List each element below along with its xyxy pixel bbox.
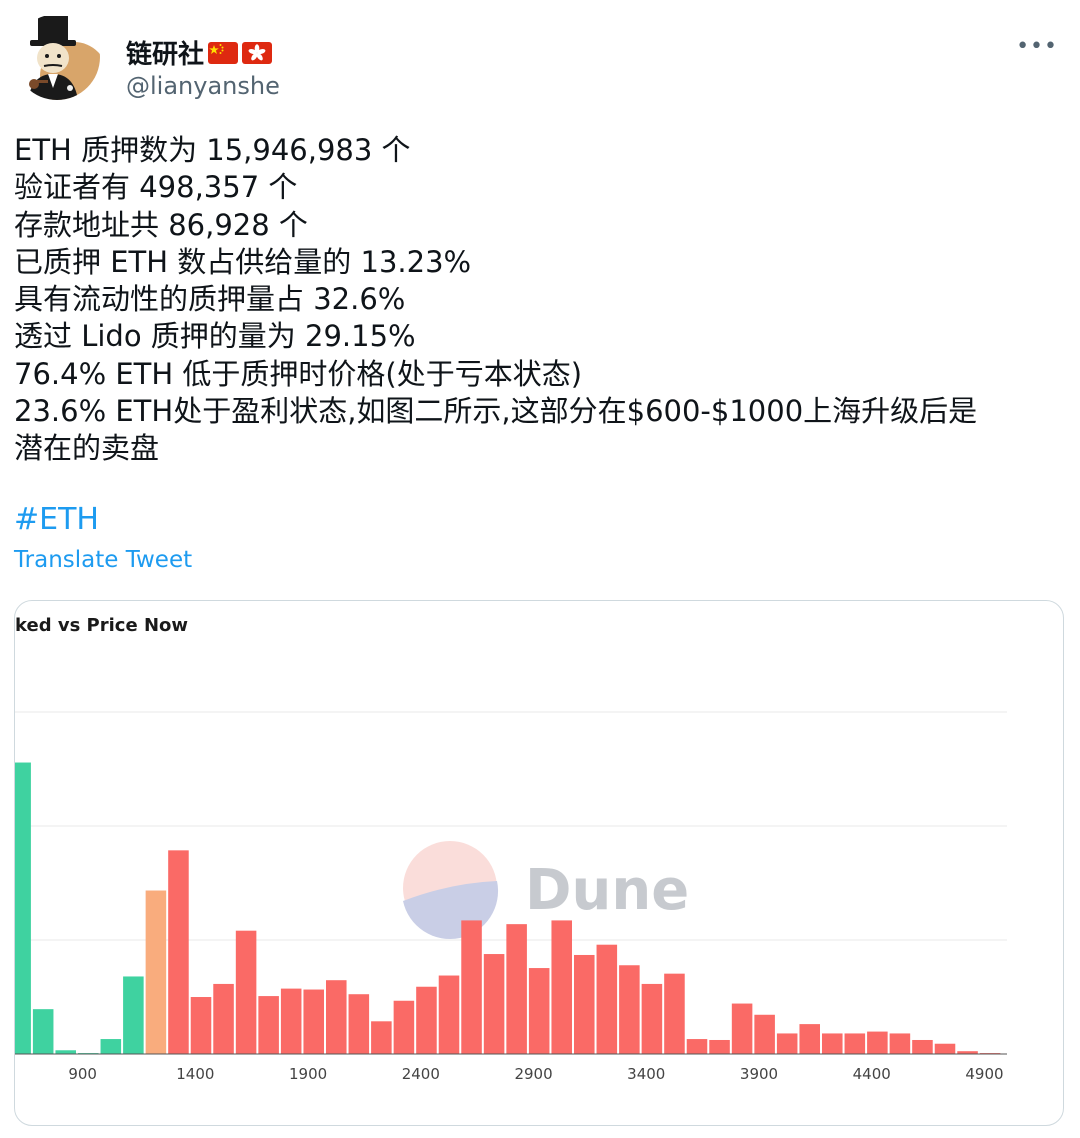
chart-bar — [55, 1050, 76, 1054]
chart-bar — [799, 1024, 820, 1054]
user-handle[interactable]: @lianyanshe — [126, 72, 280, 100]
chart-bar — [303, 989, 324, 1054]
translate-tweet-link[interactable]: Translate Tweet — [14, 547, 192, 573]
chart-bar — [709, 1039, 730, 1054]
chart-bar — [686, 1039, 708, 1054]
chart-bar — [822, 1033, 843, 1054]
x-tick-label: 4400 — [853, 1065, 891, 1083]
chart-bar — [844, 1033, 866, 1054]
chart-bar — [416, 986, 437, 1054]
tweet-line: 潜在的卖盘 — [14, 431, 160, 466]
hashtag-link[interactable]: #ETH — [14, 502, 99, 537]
tweet-line: 具有流动性的质押量占 32.6% — [14, 282, 406, 317]
chart-bar — [326, 980, 347, 1054]
chart-bar — [664, 973, 685, 1054]
chart-bar — [258, 996, 279, 1054]
x-tick-label: 2400 — [402, 1065, 440, 1083]
chart-bar — [168, 850, 189, 1054]
chart-bar — [32, 1009, 54, 1054]
chart-bar — [506, 924, 527, 1054]
chart-bar — [190, 997, 212, 1054]
tweet-line: 透过 Lido 质押的量为 29.15% — [14, 319, 416, 354]
chart-bar — [371, 1021, 392, 1054]
chart-bar — [145, 890, 167, 1054]
avatar[interactable] — [14, 14, 100, 100]
display-name[interactable]: 链研社 — [126, 34, 204, 71]
tweet-line: ETH 质押数为 15,946,983 个 — [14, 133, 411, 167]
chart-bar — [100, 1039, 122, 1054]
name-row: 链研社 — [126, 34, 273, 71]
x-tick-label: 3900 — [740, 1065, 778, 1083]
chart-bar — [731, 1003, 753, 1054]
chart-bar — [528, 968, 550, 1054]
chart-bar — [393, 1000, 415, 1054]
x-tick-label: 1900 — [289, 1065, 327, 1083]
chart-bar — [461, 920, 482, 1054]
chart-bar — [123, 976, 144, 1054]
chart-bar — [867, 1031, 888, 1054]
chart-bar — [15, 762, 31, 1054]
chart-bar — [574, 954, 595, 1054]
x-tick-label: 2900 — [514, 1065, 552, 1083]
chart-bar — [641, 983, 663, 1054]
tweet-line: 76.4% ETH 低于质押时价格(处于亏本状态) — [14, 356, 583, 391]
chart-bar — [754, 1014, 775, 1054]
tweet-text: ETH 质押数为 15,946,983 个 验证者有 498,357 个 存款地… — [14, 132, 1066, 468]
x-tick-label: 3400 — [627, 1065, 665, 1083]
chart-bar — [934, 1043, 956, 1054]
x-tick-label: 900 — [68, 1065, 97, 1083]
avatar-illustration-icon — [28, 16, 100, 100]
chart-bar — [438, 975, 460, 1054]
chart-bar — [619, 965, 640, 1054]
x-tick-label: 4900 — [965, 1065, 1003, 1083]
tweet-header: 链研社 @lianyanshe ••• — [14, 14, 1066, 114]
chart-bar — [551, 920, 572, 1054]
chart-bar — [776, 1033, 798, 1054]
hong-kong-flag-icon — [242, 41, 273, 64]
chart-bar — [280, 988, 302, 1054]
tweet-line: 验证者有 498,357 个 — [14, 170, 298, 205]
more-options-icon[interactable]: ••• — [1016, 34, 1058, 59]
chart-image-card[interactable]: ked vs Price Now Dune 900 1400 1900 2400 2900… — [14, 600, 1064, 1126]
chart-bar — [912, 1039, 933, 1054]
chart-bar — [213, 983, 234, 1054]
dune-watermark-icon — [403, 841, 499, 940]
chart-bar — [483, 954, 505, 1054]
chart-bar — [235, 930, 257, 1054]
chart-bar — [889, 1033, 911, 1054]
watermark-text: Dune — [525, 858, 689, 923]
china-flag-icon — [208, 41, 239, 64]
chart-bar — [596, 944, 618, 1054]
tweet-line: 存款地址共 86,928 个 — [14, 207, 308, 242]
x-tick-label: 1400 — [176, 1065, 214, 1083]
tweet-line: 已质押 ETH 数占供给量的 13.23% — [14, 244, 472, 279]
tweet-line: 23.6% ETH处于盈利状态,如图二所示,这部分在$600-$1000上海升级… — [14, 394, 978, 429]
bar-chart: Dune 900 1400 1900 2400 2900 3400 3900 4400 4900 — [15, 711, 1007, 1083]
chart-bar — [348, 994, 370, 1054]
